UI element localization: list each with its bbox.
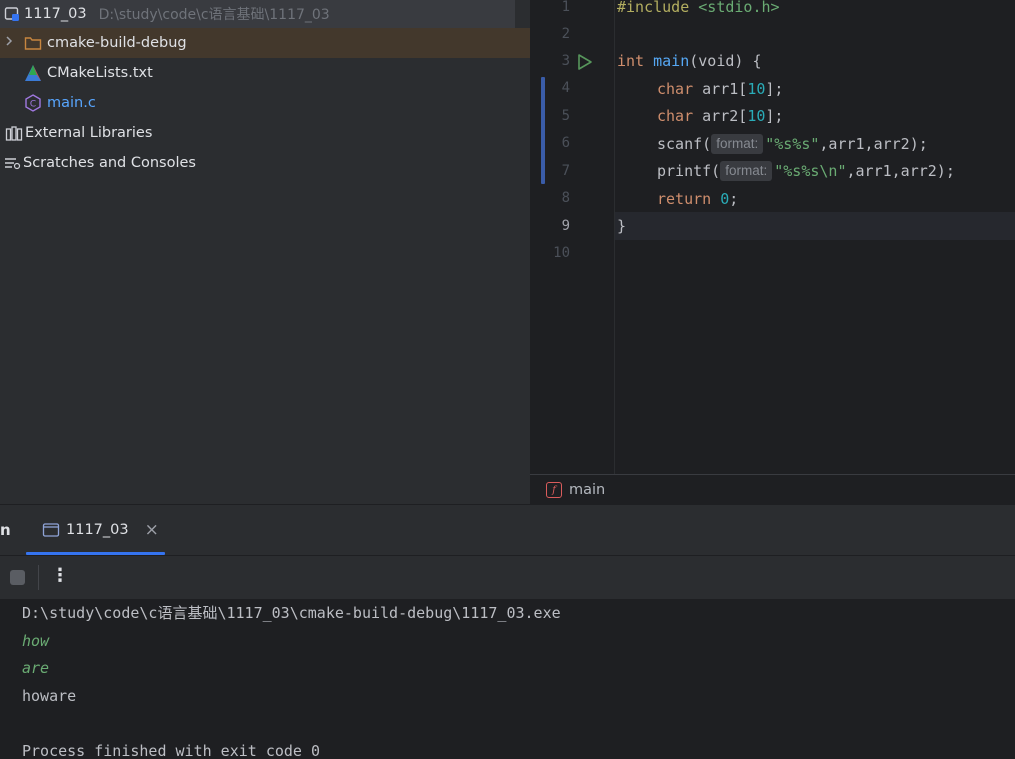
project-panel: 1117_03 D:\study\code\c语言基础\1117_03 cmak… [0,0,530,504]
line-number: 5 [561,108,570,124]
toolbar-divider [38,565,39,590]
console-exit-message: Process finished with exit code 0 [22,742,321,759]
project-root-name: 1117_03 [24,6,87,22]
code-line-8: return 0; [657,190,739,208]
breadcrumb[interactable]: f main [530,474,1015,505]
stop-icon[interactable] [10,570,25,585]
tree-item-label: CMakeLists.txt [47,65,153,81]
line-number: 1 [561,0,570,15]
code-line-6: scanf(format: "%s%s",arr1,arr2); [657,134,928,154]
line-number: 4 [561,80,570,96]
svg-text:C: C [30,100,36,110]
current-line-highlight [615,212,1015,240]
tree-item-label: main.c [47,95,96,111]
tab-1117-03[interactable]: 1117_03 × [26,505,165,555]
module-icon [4,5,22,23]
run-panel-label: n [0,521,11,539]
line-number: 10 [553,245,570,261]
breadcrumb-item-main[interactable]: main [569,482,605,498]
code-line-3: int main(void) { [617,52,762,70]
more-options-icon[interactable]: ⋮ [51,565,69,586]
line-number: 3 [561,53,570,69]
code-line-7: printf(format: "%s%s\n",arr1,arr2); [657,161,955,181]
run-tool-window-header: n 1117_03 × [0,505,1015,556]
close-icon[interactable]: × [145,520,159,540]
console-program-output: howare [22,687,77,705]
code-editor[interactable]: 1 2 3 4 5 6 7 8 9 10 #include <stdio.h> … [530,0,1015,505]
project-root-path: D:\study\code\c语言基础\1117_03 [98,7,330,23]
scratches-icon [3,154,21,172]
cmake-icon [24,64,42,82]
line-number: 2 [561,26,570,42]
tab-label: 1117_03 [66,522,129,538]
code-line-1: #include <stdio.h> [617,0,780,16]
code-line-5: char arr2[10]; [657,107,784,125]
console-user-input: how [22,632,50,650]
line-number: 7 [561,163,570,179]
tree-item-cmake-build-debug[interactable]: cmake-build-debug [0,28,530,58]
folder-icon [24,34,42,52]
line-number: 8 [561,190,570,206]
tree-item-label: cmake-build-debug [47,35,187,51]
line-number: 6 [561,135,570,151]
ide-window: 1117_03 D:\study\code\c语言基础\1117_03 cmak… [0,0,1015,759]
editor-gutter: 1 2 3 4 5 6 7 8 9 10 [530,0,615,474]
tree-item-scratches[interactable]: Scratches and Consoles [0,148,530,178]
tree-item-cmakelists[interactable]: CMakeLists.txt [0,58,530,88]
tree-item-main-c[interactable]: C main.c [0,88,530,118]
tree-item-label: External Libraries [25,125,153,141]
run-icon[interactable] [577,53,593,75]
run-toolbar: ⋮ [0,556,1015,600]
tree-item-external-libraries[interactable]: External Libraries [0,118,530,148]
project-root[interactable]: 1117_03 D:\study\code\c语言基础\1117_03 [0,0,515,28]
console-icon [42,521,60,539]
console-user-input: are [22,659,50,677]
libraries-icon [5,124,23,142]
line-number: 9 [561,218,570,234]
console-output[interactable]: D:\study\code\c语言基础\1117_03\cmake-build-… [0,600,1015,759]
chevron-right-icon[interactable] [2,35,16,51]
tree-item-label: Scratches and Consoles [23,155,196,171]
code-line-9: } [617,217,627,235]
parameter-hint: format: [720,161,773,181]
code-line-4: char arr1[10]; [657,80,784,98]
function-icon: f [546,482,562,498]
c-file-icon: C [24,94,42,112]
parameter-hint: format: [711,134,764,154]
active-tab-indicator [26,552,165,555]
console-command-line: D:\study\code\c语言基础\1117_03\cmake-build-… [22,604,561,622]
